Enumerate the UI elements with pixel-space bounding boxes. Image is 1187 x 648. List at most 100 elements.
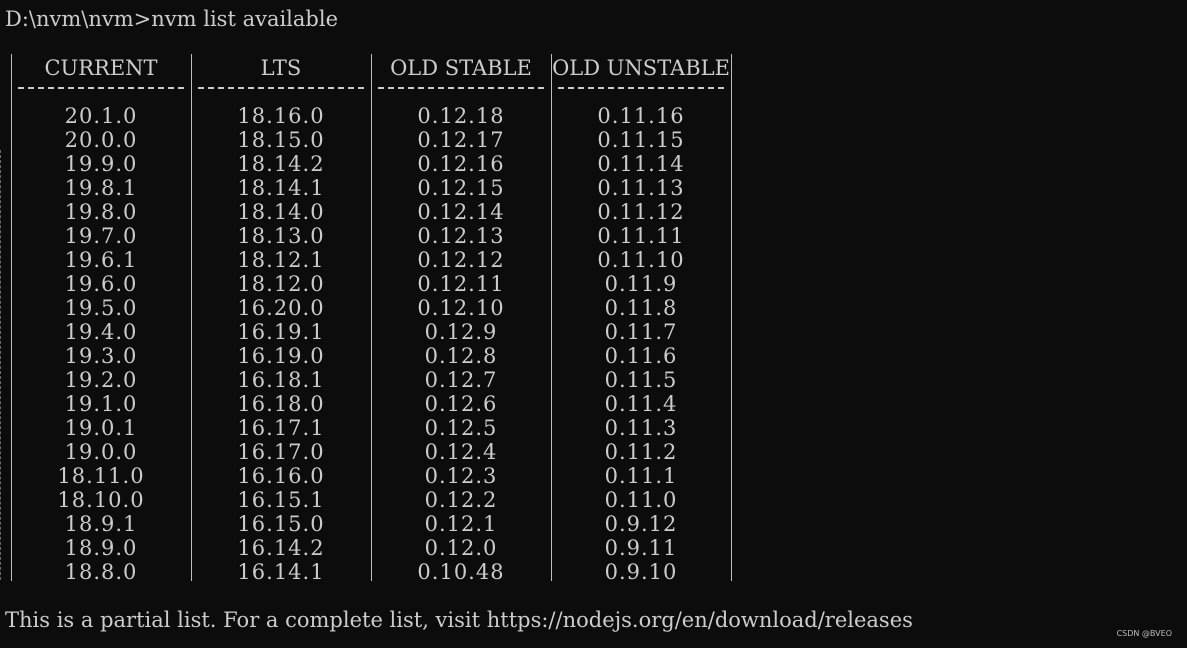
- version-cell: 0.12.10: [417, 296, 505, 320]
- column-current: CURRENT 20.1.0 20.0.0 19.9.0 19.8.1 19.8.0 19…: [11, 54, 191, 584]
- version-cell: 18.15.0: [237, 128, 325, 152]
- version-cell: 19.6.1: [64, 248, 138, 272]
- version-cell: 0.12.5: [424, 416, 498, 440]
- column-lts: LTS 18.16.0 18.15.0 18.14.2 18.14.1 18.14.0 1…: [191, 54, 371, 584]
- version-cell: 0.9.12: [604, 512, 678, 536]
- version-cell: 0.11.13: [597, 176, 685, 200]
- version-cell: 20.1.0: [64, 104, 138, 128]
- version-cell: 0.11.1: [604, 464, 678, 488]
- version-cell: 0.11.7: [604, 320, 678, 344]
- version-cell: 19.5.0: [64, 296, 138, 320]
- version-cell: 0.11.2: [604, 440, 678, 464]
- version-cell: 19.3.0: [64, 344, 138, 368]
- version-cell: 19.2.0: [64, 368, 138, 392]
- partial-list-note: This is a partial list. For a complete l…: [5, 608, 913, 632]
- version-cell: 18.16.0: [237, 104, 325, 128]
- prompt: D:\nvm\nvm>: [5, 7, 152, 31]
- version-cell: 18.12.1: [237, 248, 325, 272]
- version-cell: 18.8.0: [64, 560, 138, 584]
- column-header-current: CURRENT: [44, 56, 158, 80]
- version-cell: 16.14.1: [237, 560, 325, 584]
- version-cell: 16.15.0: [237, 512, 325, 536]
- version-cell: 0.12.1: [424, 512, 498, 536]
- column-header-old-stable: OLD STABLE: [390, 56, 532, 80]
- version-cell: 19.0.0: [64, 440, 138, 464]
- version-cell: 0.12.11: [417, 272, 505, 296]
- version-cell: 0.12.17: [417, 128, 505, 152]
- version-cell: 16.15.1: [237, 488, 325, 512]
- table-divider: [731, 54, 732, 581]
- version-cell: 0.11.16: [597, 104, 685, 128]
- version-cell: 0.10.48: [417, 560, 505, 584]
- version-cell: 0.12.3: [424, 464, 498, 488]
- column-old-stable: OLD STABLE 0.12.18 0.12.17 0.12.16 0.12.15 0…: [371, 54, 551, 584]
- version-cell: 0.11.0: [604, 488, 678, 512]
- version-cell: 0.12.13: [417, 224, 505, 248]
- version-cell: 0.12.7: [424, 368, 498, 392]
- column-cells: 20.1.0 20.0.0 19.9.0 19.8.1 19.8.0 19.7.0 19.6…: [11, 104, 191, 584]
- version-cell: 20.0.0: [64, 128, 138, 152]
- version-cell: 0.12.16: [417, 152, 505, 176]
- version-cell: 16.18.0: [237, 392, 325, 416]
- version-cell: 18.14.1: [237, 176, 325, 200]
- version-cell: 0.12.4: [424, 440, 498, 464]
- version-cell: 0.12.0: [424, 536, 498, 560]
- header-separator: [378, 87, 544, 89]
- version-cell: 0.12.6: [424, 392, 498, 416]
- window-edge: [0, 150, 4, 580]
- version-cell: 0.12.9: [424, 320, 498, 344]
- version-cell: 19.8.1: [64, 176, 138, 200]
- version-cell: 18.11.0: [57, 464, 145, 488]
- version-cell: 18.14.2: [237, 152, 325, 176]
- version-cell: 0.11.9: [604, 272, 678, 296]
- version-cell: 0.11.11: [597, 224, 685, 248]
- version-cell: 19.0.1: [64, 416, 138, 440]
- column-cells: 18.16.0 18.15.0 18.14.2 18.14.1 18.14.0 18.13…: [191, 104, 371, 584]
- version-cell: 0.9.10: [604, 560, 678, 584]
- version-cell: 16.16.0: [237, 464, 325, 488]
- column-header-old-unstable: OLD UNSTABLE: [552, 56, 730, 80]
- version-cell: 16.14.2: [237, 536, 325, 560]
- version-cell: 0.11.12: [597, 200, 685, 224]
- version-cell: 0.12.12: [417, 248, 505, 272]
- column-header-lts: LTS: [260, 56, 302, 80]
- version-cell: 0.12.2: [424, 488, 498, 512]
- version-cell: 0.11.8: [604, 296, 678, 320]
- command-line[interactable]: D:\nvm\nvm>nvm list available: [5, 7, 338, 31]
- terminal-window[interactable]: D:\nvm\nvm>nvm list available CURRENT 20…: [0, 0, 1187, 648]
- column-cells: 0.11.16 0.11.15 0.11.14 0.11.13 0.11.12 0.11.…: [551, 104, 731, 584]
- version-cell: 0.12.15: [417, 176, 505, 200]
- version-cell: 0.12.18: [417, 104, 505, 128]
- version-cell: 19.7.0: [64, 224, 138, 248]
- version-cell: 16.19.1: [237, 320, 325, 344]
- command-text: nvm list available: [151, 7, 339, 31]
- version-cell: 0.11.3: [604, 416, 678, 440]
- column-old-unstable: OLD UNSTABLE 0.11.16 0.11.15 0.11.14 0.11.1…: [551, 54, 731, 584]
- version-cell: 18.10.0: [57, 488, 145, 512]
- version-cell: 0.12.8: [424, 344, 498, 368]
- version-cell: 16.20.0: [237, 296, 325, 320]
- column-cells: 0.12.18 0.12.17 0.12.16 0.12.15 0.12.14 0.12.…: [371, 104, 551, 584]
- header-separator: [18, 87, 184, 89]
- header-separator: [558, 87, 724, 89]
- version-cell: 19.9.0: [64, 152, 138, 176]
- version-cell: 16.18.1: [237, 368, 325, 392]
- version-cell: 16.17.1: [237, 416, 325, 440]
- version-cell: 19.8.0: [64, 200, 138, 224]
- version-cell: 19.1.0: [64, 392, 138, 416]
- version-cell: 0.9.11: [604, 536, 678, 560]
- version-cell: 18.12.0: [237, 272, 325, 296]
- version-cell: 18.9.1: [64, 512, 138, 536]
- version-cell: 18.13.0: [237, 224, 325, 248]
- header-separator: [198, 87, 364, 89]
- version-cell: 0.11.4: [604, 392, 678, 416]
- version-cell: 19.4.0: [64, 320, 138, 344]
- version-cell: 18.14.0: [237, 200, 325, 224]
- watermark: CSDN @BVEO: [1116, 629, 1172, 638]
- version-cell: 0.11.5: [604, 368, 678, 392]
- version-cell: 16.17.0: [237, 440, 325, 464]
- versions-table: CURRENT 20.1.0 20.0.0 19.9.0 19.8.1 19.8.0 19…: [11, 54, 735, 584]
- version-cell: 0.11.15: [597, 128, 685, 152]
- version-cell: 18.9.0: [64, 536, 138, 560]
- version-cell: 19.6.0: [64, 272, 138, 296]
